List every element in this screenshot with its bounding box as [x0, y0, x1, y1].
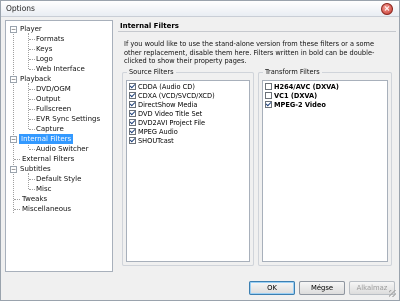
- expander-icon[interactable]: −: [10, 166, 17, 173]
- checkbox[interactable]: [265, 83, 272, 90]
- list-item[interactable]: CDXA (VCD/SVCD/XCD): [129, 92, 215, 101]
- list-item-label: H264/AVC (DXVA): [274, 83, 339, 91]
- tree-branch: [14, 159, 20, 160]
- tree-item-internal-filters[interactable]: Internal Filters: [19, 134, 74, 144]
- ok-button[interactable]: OK: [249, 281, 295, 295]
- checkbox[interactable]: [129, 110, 136, 117]
- tree-branch: [29, 49, 35, 50]
- list-item-label: VC1 (DXVA): [274, 92, 318, 100]
- list-item-label: DirectShow Media: [138, 101, 198, 109]
- tree-branch: [29, 119, 35, 120]
- window-title: Options: [6, 4, 35, 13]
- checkbox[interactable]: [129, 92, 136, 99]
- internal-filters-panel: Internal Filters If you would like to us…: [118, 20, 396, 272]
- checkbox[interactable]: [265, 92, 272, 99]
- tree-item-subtitles[interactable]: Subtitles: [20, 164, 51, 174]
- list-item[interactable]: MPEG Audio: [129, 128, 178, 137]
- tree-item-capture[interactable]: Capture: [36, 124, 64, 134]
- checkbox[interactable]: [265, 101, 272, 108]
- tree-branch: [14, 209, 20, 210]
- tree-branch: [29, 59, 35, 60]
- tree-branch: [29, 129, 35, 130]
- source-filters-list[interactable]: CDDA (Audio CD) CDXA (VCD/SVCD/XCD) Dire…: [126, 80, 250, 262]
- tree-item-dvd-ogm[interactable]: DVD/OGM: [36, 84, 71, 94]
- description-text: If you would like to use the stand-alone…: [124, 40, 375, 65]
- list-item[interactable]: CDDA (Audio CD): [129, 83, 195, 92]
- tree-branch: [29, 89, 35, 90]
- list-item-label: SHOUTcast: [138, 137, 174, 145]
- expander-icon[interactable]: −: [10, 136, 17, 143]
- resize-grip-icon[interactable]: [389, 290, 396, 297]
- tree-branch: [29, 39, 35, 40]
- tree-connector: [13, 29, 14, 213]
- close-icon[interactable]: ×: [381, 3, 393, 15]
- tree-item-logo[interactable]: Logo: [36, 54, 53, 64]
- tree-branch: [29, 189, 35, 190]
- tree-item-default-style[interactable]: Default Style: [36, 174, 81, 184]
- tree-item-external-filters[interactable]: External Filters: [22, 154, 74, 164]
- list-item-label: DVD2AVI Project File: [138, 119, 206, 127]
- tree-connector: [28, 173, 29, 189]
- options-window: Options × − Player Formats Keys Logo Web…: [0, 0, 400, 301]
- tree-item-keys[interactable]: Keys: [36, 44, 52, 54]
- title-bar[interactable]: Options ×: [1, 1, 399, 17]
- cancel-button[interactable]: Mégse: [299, 281, 345, 295]
- options-tree[interactable]: − Player Formats Keys Logo Web Interface…: [5, 20, 113, 272]
- tree-item-output[interactable]: Output: [36, 94, 60, 104]
- tree-item-formats[interactable]: Formats: [36, 34, 64, 44]
- checkbox[interactable]: [129, 101, 136, 108]
- checkbox[interactable]: [129, 128, 136, 135]
- tree-branch: [29, 99, 35, 100]
- tree-item-misc[interactable]: Misc: [36, 184, 51, 194]
- tree-item-tweaks[interactable]: Tweaks: [22, 194, 47, 204]
- list-item-label: MPEG-2 Video: [274, 101, 326, 109]
- tree-item-miscellaneous[interactable]: Miscellaneous: [22, 204, 71, 214]
- tree-item-audio-switcher[interactable]: Audio Switcher: [36, 144, 88, 154]
- list-item[interactable]: DVD Video Title Set: [129, 110, 202, 119]
- list-item[interactable]: H264/AVC (DXVA): [265, 83, 339, 92]
- page-title: Internal Filters: [118, 20, 396, 32]
- tree-branch: [29, 69, 35, 70]
- source-filters-label: Source Filters: [127, 68, 176, 76]
- list-item[interactable]: MPEG-2 Video: [265, 101, 326, 110]
- tree-item-playback[interactable]: Playback: [20, 74, 51, 84]
- tree-branch: [29, 109, 35, 110]
- tree-item-web-interface[interactable]: Web Interface: [36, 64, 85, 74]
- tree-item-fullscreen[interactable]: Fullscreen: [36, 104, 71, 114]
- tree-branch: [29, 149, 35, 150]
- list-item[interactable]: SHOUTcast: [129, 137, 174, 146]
- list-item[interactable]: VC1 (DXVA): [265, 92, 317, 101]
- list-item-label: DVD Video Title Set: [138, 110, 203, 118]
- list-item[interactable]: DirectShow Media: [129, 101, 197, 110]
- list-item-label: MPEG Audio: [138, 128, 178, 136]
- expander-icon[interactable]: −: [10, 76, 17, 83]
- checkbox[interactable]: [129, 83, 136, 90]
- tree-item-player[interactable]: Player: [20, 24, 42, 34]
- checkbox[interactable]: [129, 137, 136, 144]
- list-item[interactable]: DVD2AVI Project File: [129, 119, 205, 128]
- tree-branch: [29, 179, 35, 180]
- tree-branch: [14, 199, 20, 200]
- tree-item-evr-sync-settings[interactable]: EVR Sync Settings: [36, 114, 100, 124]
- list-item-label: CDXA (VCD/SVCD/XCD): [138, 92, 215, 100]
- transform-filters-label: Transform Filters: [263, 68, 322, 76]
- expander-icon[interactable]: −: [10, 26, 17, 33]
- transform-filters-list[interactable]: H264/AVC (DXVA) VC1 (DXVA) MPEG-2 Video: [262, 80, 388, 262]
- checkbox[interactable]: [129, 119, 136, 126]
- list-item-label: CDDA (Audio CD): [138, 83, 195, 91]
